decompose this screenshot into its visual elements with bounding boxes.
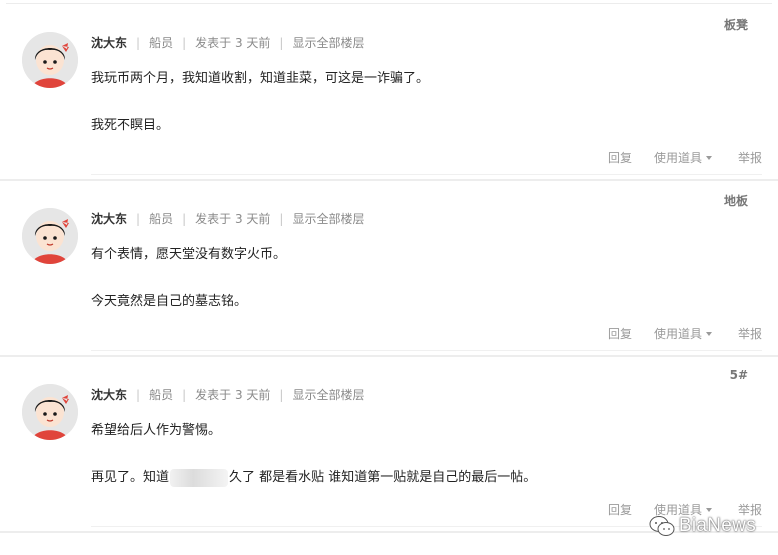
post-line-text: 再见了。知道 (91, 470, 170, 485)
post-line: 有个表情，愿天堂没有数字火币。 (91, 247, 287, 262)
reply-button[interactable]: 回复 (608, 325, 632, 342)
meta-separator: | (136, 387, 141, 402)
user-role: 船员 (149, 388, 174, 402)
avatar[interactable] (22, 384, 78, 440)
floor-label[interactable]: 板凳 (724, 16, 748, 33)
watermark-text: BiaNews (678, 515, 756, 536)
reply-button[interactable]: 回复 (608, 149, 632, 166)
meta-separator: | (136, 35, 141, 50)
post-line: 我死不瞑目。 (91, 115, 429, 137)
forum-post: 板凳 沈大东 | 船员 | 发表于 3 天前 | 显示全部楼层 我玩币两个月，我… (0, 4, 778, 181)
show-all-floors-link[interactable]: 显示全部楼层 (292, 210, 364, 227)
post-content: 有个表情，愿天堂没有数字火币。 今天竟然是自己的墓志铭。 (91, 244, 286, 313)
cartoon-girl-icon (22, 384, 78, 440)
use-tools-menu[interactable]: 使用道具 (654, 325, 712, 342)
chevron-down-icon (705, 507, 712, 512)
post-line: 再见了。知道 久了 都是看水贴 谁知道第一贴就是自己的最后一帖。 (91, 467, 536, 489)
avatar[interactable] (22, 208, 78, 264)
use-tools-label: 使用道具 (653, 327, 702, 341)
redacted-blur (170, 468, 229, 487)
post-actions: 回复 使用道具 举报 (608, 325, 762, 342)
post-meta: 沈大东 | 船员 | 发表于 3 天前 | 显示全部楼层 (91, 386, 364, 403)
post-footer-rule (91, 174, 762, 175)
meta-separator: | (279, 35, 284, 50)
floor-label[interactable]: 5# (730, 368, 748, 382)
post-line-text: 我死不瞑目。 (91, 118, 170, 133)
chevron-down-icon (705, 331, 712, 336)
meta-separator: | (279, 387, 284, 402)
post-actions: 回复 使用道具 举报 (608, 149, 762, 166)
post-line: 今天竟然是自己的墓志铭。 (91, 291, 286, 313)
post-content: 我玩币两个月，我知道收割，知道韭菜，可这是一诈骗了。 我死不瞑目。 (91, 68, 429, 137)
meta-separator: | (279, 211, 284, 226)
avatar[interactable] (22, 32, 78, 88)
post-meta: 沈大东 | 船员 | 发表于 3 天前 | 显示全部楼层 (91, 210, 364, 227)
post-line: 希望给后人作为警惕。 (91, 423, 222, 438)
forum-post: 5# 沈大东 | 船员 | 发表于 3 天前 | 显示全部楼层 希望给后人作为警… (0, 356, 778, 533)
wechat-icon (649, 516, 675, 536)
user-role: 船员 (149, 212, 174, 226)
post-footer-rule (91, 350, 762, 351)
post-line-text: 久了 都是看水贴 谁知道第一贴就是自己的最后一帖。 (229, 470, 537, 485)
bianews-watermark: BiaNews (649, 515, 756, 537)
show-all-floors-link[interactable]: 显示全部楼层 (292, 386, 364, 403)
forum-post: 地板 沈大东 | 船员 | 发表于 3 天前 | 显示全部楼层 有个表情，愿天堂… (0, 180, 778, 357)
cartoon-girl-icon (22, 208, 78, 264)
cartoon-girl-icon (22, 32, 78, 88)
post-time: 发表于 3 天前 (195, 36, 271, 50)
post-line: 我玩币两个月，我知道收割，知道韭菜，可这是一诈骗了。 (91, 71, 430, 86)
post-time: 发表于 3 天前 (195, 212, 271, 226)
meta-separator: | (182, 387, 187, 402)
show-all-floors-link[interactable]: 显示全部楼层 (292, 34, 364, 51)
meta-separator: | (136, 211, 141, 226)
forum-thread: 板凳 沈大东 | 船员 | 发表于 3 天前 | 显示全部楼层 我玩币两个月，我… (0, 0, 778, 555)
use-tools-menu[interactable]: 使用道具 (654, 149, 712, 166)
user-role: 船员 (149, 36, 174, 50)
meta-separator: | (182, 35, 187, 50)
author-name[interactable]: 沈大东 (91, 386, 127, 403)
post-time: 发表于 3 天前 (195, 388, 271, 402)
post-content: 希望给后人作为警惕。 再见了。知道 久了 都是看水贴 谁知道第一贴就是自己的最后一… (91, 420, 536, 489)
use-tools-label: 使用道具 (653, 151, 702, 165)
author-name[interactable]: 沈大东 (91, 34, 127, 51)
post-meta: 沈大东 | 船员 | 发表于 3 天前 | 显示全部楼层 (91, 34, 364, 51)
report-button[interactable]: 举报 (738, 149, 762, 166)
chevron-down-icon (705, 155, 712, 160)
reply-button[interactable]: 回复 (608, 501, 632, 518)
report-button[interactable]: 举报 (738, 325, 762, 342)
post-line-text: 今天竟然是自己的墓志铭。 (91, 294, 248, 309)
meta-separator: | (182, 211, 187, 226)
floor-label[interactable]: 地板 (724, 192, 748, 209)
author-name[interactable]: 沈大东 (91, 210, 127, 227)
